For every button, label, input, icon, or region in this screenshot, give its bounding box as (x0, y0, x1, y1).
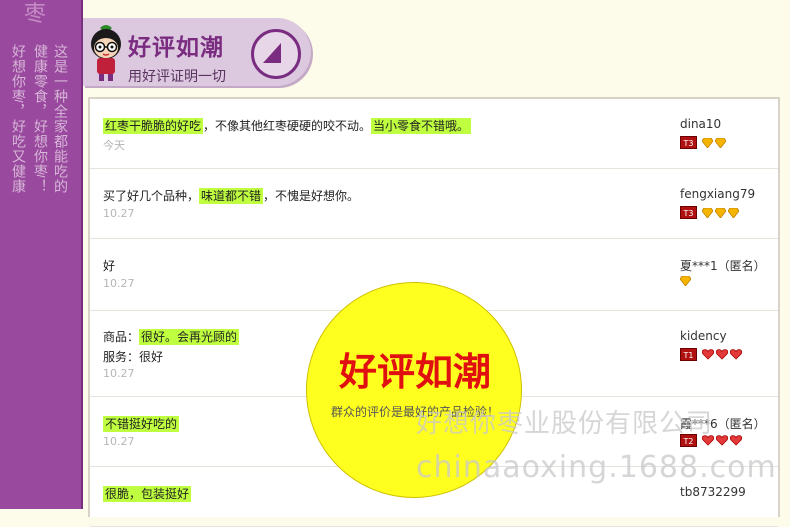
reviewer-name[interactable]: dina10 (680, 117, 721, 131)
banner-arrow-button[interactable] (251, 29, 301, 79)
left-rail: 枣 这是一种全家都能吃的 健康零食，好想你枣！ 好想你枣，好吃又健康 (0, 0, 83, 509)
review-date: 10.27 (103, 367, 135, 380)
review-text-line2: 服务：很好 (103, 350, 164, 364)
diamond-icon (680, 276, 691, 286)
reviewer-credit: T3 (680, 136, 726, 149)
heart-icon (730, 349, 742, 360)
review-text: 好 (103, 257, 115, 274)
reviewer-credit (680, 276, 691, 286)
watermark-company: 好想你枣业股份有限公司 (416, 409, 714, 439)
level-badge: T3 (680, 136, 697, 149)
diamond-icon (715, 207, 726, 218)
level-badge: T3 (680, 206, 697, 219)
rail-slogan-1: 这是一种全家都能吃的 (52, 44, 68, 194)
review-date: 10.27 (103, 277, 135, 290)
review-row: 买了好几个品种， 味道都不错 ，不愧是好想你。 10.27 fengxiang79 T3 (90, 169, 778, 239)
diamond-icon (702, 137, 713, 148)
highlighted-phrase: 味道都不错 (199, 188, 264, 204)
review-text: 商品： 很好。会再光顾的 (103, 328, 240, 345)
rail-top-glyph: 枣 (24, 2, 47, 27)
circle-title: 好评如潮 (338, 350, 491, 394)
review-date: 10.27 (103, 207, 135, 220)
highlighted-phrase: 不错挺好吃的 (103, 416, 180, 432)
review-phrase: ，不像其他红枣硬硬的咬不动。 (203, 119, 372, 133)
reviewer-name[interactable]: 夏***1（匿名） (680, 257, 766, 274)
reviewer-name[interactable]: tb8732299 (680, 485, 746, 499)
triangle-arrow-icon (263, 43, 281, 63)
banner-title: 好评如潮 (128, 35, 224, 61)
highlighted-phrase: 很脆，包装挺好 (103, 486, 192, 502)
review-text: 不错挺好吃的 (103, 415, 180, 432)
banner-subtitle: 用好评证明一切 (128, 69, 226, 85)
review-text: 买了好几个品种， 味道都不错 ，不愧是好想你。 (103, 187, 359, 204)
highlighted-phrase: 当小零食不错哦。 (371, 118, 472, 134)
highlighted-phrase: 红枣干脆脆的好吃 (103, 118, 204, 134)
reviewer-name[interactable]: fengxiang79 (680, 187, 755, 201)
mascot-girl-icon (91, 25, 121, 81)
review-text: 很脆，包装挺好 (103, 485, 192, 502)
reviewer-credit: T1 (680, 348, 742, 361)
review-phrase: ，不愧是好想你。 (263, 189, 360, 203)
review-phrase: 商品： (103, 330, 140, 344)
level-badge: T1 (680, 348, 697, 361)
reviewer-credit: T3 (680, 206, 739, 219)
heart-icon (730, 435, 742, 446)
reviewer-name[interactable]: kidency (680, 329, 727, 343)
rail-slogan-2: 健康零食，好想你枣！ (32, 44, 48, 194)
heart-icon (716, 435, 728, 446)
rail-slogan-3: 好想你枣，好吃又健康 (10, 44, 26, 194)
heart-icon (702, 349, 714, 360)
review-row: 红枣干脆脆的好吃 ，不像其他红枣硬硬的咬不动。 当小零食不错哦。今天 dina10 T3 (90, 99, 778, 169)
highlighted-phrase: 很好。会再光顾的 (139, 329, 240, 345)
review-phrase: 买了好几个品种， (103, 189, 200, 203)
review-date: 10.27 (103, 435, 135, 448)
diamond-icon (702, 207, 713, 218)
heart-icon (716, 349, 728, 360)
review-text: 红枣干脆脆的好吃 ，不像其他红枣硬硬的咬不动。 当小零食不错哦。 (103, 117, 472, 134)
diamond-icon (715, 137, 726, 148)
review-phrase: 好 (103, 259, 116, 273)
review-date: 今天 (103, 139, 125, 152)
diamond-icon (728, 207, 739, 218)
watermark-site: chinaaoxing.1688.com (416, 450, 777, 485)
